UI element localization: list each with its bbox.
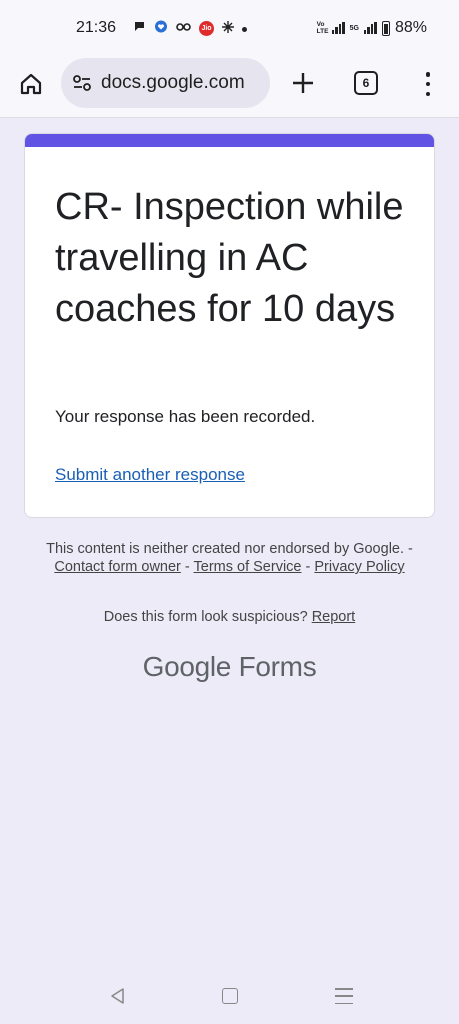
status-bar: 21:36 Jio Vo LTE 5G 88%	[0, 0, 459, 58]
signal-icon-2	[363, 22, 377, 34]
separator: -	[301, 559, 315, 575]
suspicious-notice: Does this form look suspicious? Report	[40, 609, 419, 625]
recents-icon[interactable]	[335, 988, 353, 1004]
system-status: Vo LTE 5G 88%	[317, 19, 427, 37]
disclaimer-text: This content is neither created nor endo…	[46, 541, 413, 557]
dot-icon	[242, 21, 247, 35]
contact-form-owner-link[interactable]: Contact form owner	[54, 559, 181, 575]
form-accent-bar	[25, 134, 434, 147]
jio-icon: Jio	[199, 20, 214, 36]
battery-percent: 88%	[394, 19, 427, 36]
terms-of-service-link[interactable]: Terms of Service	[194, 559, 302, 575]
more-vert-icon[interactable]	[418, 70, 438, 98]
screen: 21:36 Jio Vo LTE 5G 88% docs.google.com …	[0, 0, 459, 1024]
home-icon	[20, 73, 42, 95]
tab-switcher-button[interactable]: 6	[354, 71, 378, 95]
home-nav-icon[interactable]	[222, 988, 238, 1004]
signal-icon	[331, 22, 345, 34]
form-card: CR- Inspection while travelling in AC co…	[24, 133, 435, 518]
report-link[interactable]: Report	[312, 609, 356, 625]
separator: -	[180, 559, 194, 575]
tune-icon[interactable]	[71, 72, 93, 94]
chat-bubble-icon	[133, 20, 146, 36]
submit-another-response-link[interactable]: Submit another response	[55, 465, 245, 485]
home-button[interactable]	[16, 69, 46, 99]
logo-forms: Forms	[231, 651, 317, 682]
page-content: CR- Inspection while travelling in AC co…	[0, 119, 459, 969]
network-5g-label: 5G	[349, 24, 359, 32]
browser-toolbar: docs.google.com 6	[0, 58, 459, 118]
logo-google: Google	[142, 651, 232, 682]
status-time: 21:36	[76, 19, 117, 36]
plus-icon	[293, 73, 313, 93]
footer-disclaimer: This content is neither created nor endo…	[40, 540, 419, 576]
glasses-icon	[176, 21, 191, 35]
notification-icons: Jio	[133, 20, 247, 36]
sparkle-icon	[222, 20, 234, 36]
battery-icon	[381, 20, 390, 36]
suspicious-text: Does this form look suspicious?	[103, 609, 312, 625]
url-text: docs.google.com	[101, 72, 245, 93]
confirmation-message: Your response has been recorded.	[55, 407, 316, 426]
volte-label: Vo LTE	[316, 21, 329, 35]
address-bar[interactable]: docs.google.com	[61, 58, 270, 108]
heart-chat-icon	[154, 20, 168, 36]
form-title: CR- Inspection while travelling in AC co…	[55, 186, 404, 330]
system-nav-bar	[0, 969, 459, 1024]
new-tab-button[interactable]	[289, 69, 317, 97]
privacy-policy-link[interactable]: Privacy Policy	[314, 559, 404, 575]
back-icon[interactable]	[109, 987, 127, 1005]
google-forms-logo[interactable]: Google Forms	[0, 651, 459, 683]
